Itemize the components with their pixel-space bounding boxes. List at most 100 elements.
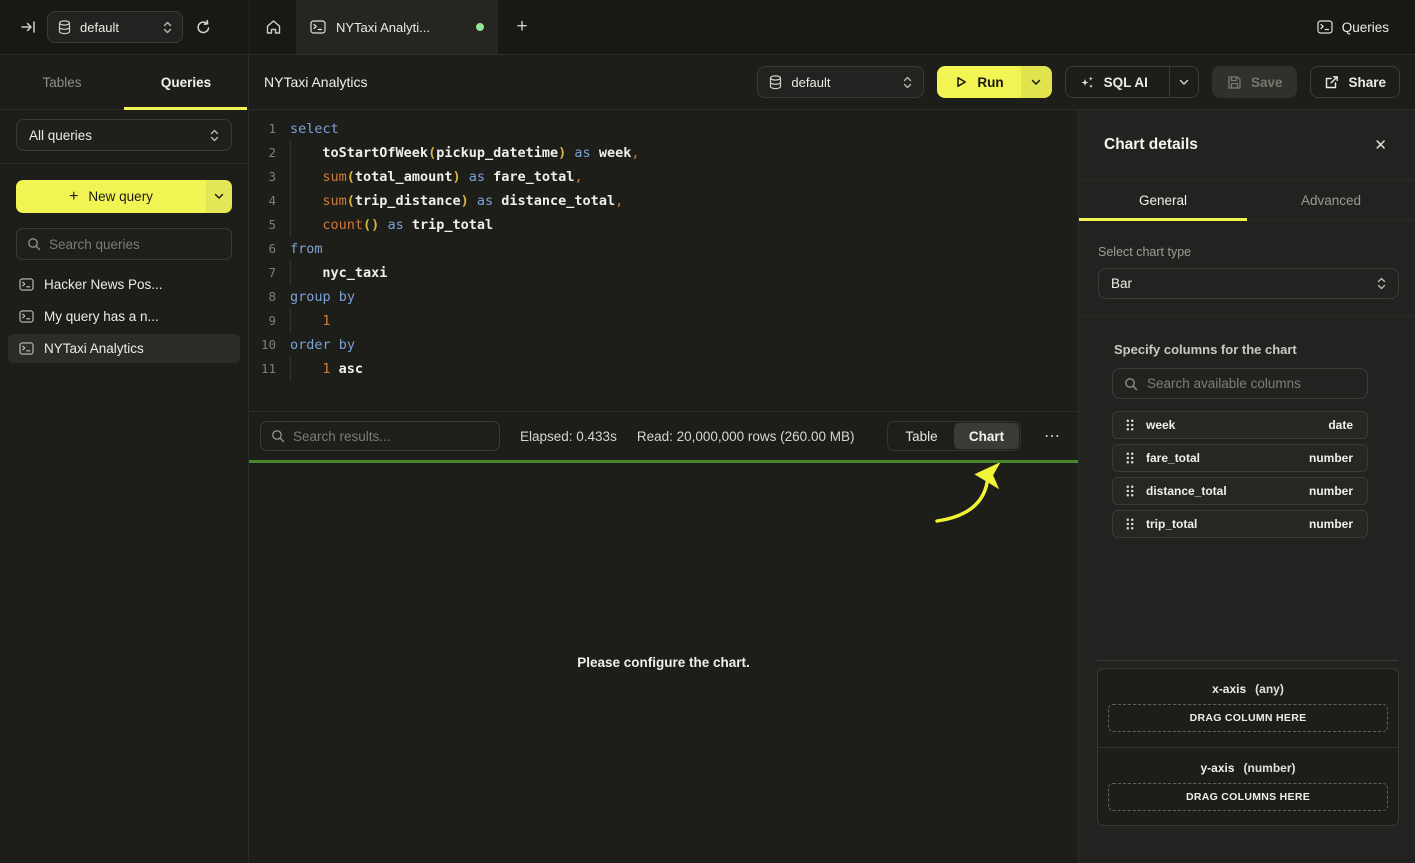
code-line: 10order by [249, 333, 1078, 357]
sql-ai-options-button[interactable] [1169, 67, 1198, 97]
x-axis-drop-zone[interactable]: DRAG COLUMN HERE [1108, 704, 1388, 732]
refresh-button[interactable] [195, 19, 212, 36]
sql-editor[interactable]: 1select2toStartOfWeek(pickup_datetime) a… [249, 110, 1078, 411]
code-token: pickup_datetime [436, 141, 558, 165]
code-token [379, 213, 387, 237]
sql-ai-split-button: SQL AI [1065, 66, 1199, 98]
drag-handle-icon[interactable] [1126, 452, 1134, 464]
more-options-button[interactable]: ⋯ [1041, 426, 1064, 446]
terminal-icon [19, 278, 34, 291]
run-options-button[interactable] [1021, 66, 1052, 98]
code-token: as [477, 189, 493, 213]
close-panel-button[interactable]: ✕ [1374, 136, 1387, 154]
tab-general[interactable]: General [1079, 180, 1247, 220]
panel-body: Select chart type Bar Specify columns fo… [1079, 221, 1415, 538]
code-token [469, 189, 477, 213]
query-tab[interactable]: NYTaxi Analyti... [296, 0, 498, 54]
share-button[interactable]: Share [1310, 66, 1400, 98]
search-icon [1124, 377, 1138, 391]
code-token: ) [558, 141, 566, 165]
search-icon [271, 429, 285, 443]
updown-chevron-icon [1377, 277, 1386, 290]
code-token: week [599, 141, 632, 165]
code-line: 91 [249, 309, 1078, 333]
top-bar-left: default [0, 0, 250, 54]
divider [1097, 660, 1398, 661]
home-icon [265, 19, 282, 35]
query-search-input[interactable] [49, 237, 221, 252]
column-chip[interactable]: fare_totalnumber [1112, 444, 1368, 472]
code-line: 2toStartOfWeek(pickup_datetime) as week, [249, 141, 1078, 165]
query-list-item[interactable]: NYTaxi Analytics [8, 334, 240, 363]
sidebar-tab-queries[interactable]: Queries [124, 55, 248, 109]
page-title: NYTaxi Analytics [264, 74, 367, 90]
query-filter-value: All queries [29, 128, 210, 143]
database-icon [58, 20, 71, 35]
code-token: , [615, 189, 623, 213]
panel-tabs: General Advanced [1079, 180, 1415, 221]
toolbar-database-value: default [791, 75, 894, 90]
run-label: Run [977, 75, 1003, 90]
code-token: total_amount [355, 165, 453, 189]
new-tab-button[interactable]: + [498, 0, 546, 54]
queries-shortcut-button[interactable]: Queries [1317, 20, 1389, 35]
chart-details-panel: Chart details ✕ General Advanced Select … [1078, 110, 1415, 863]
save-label: Save [1251, 75, 1283, 90]
code-token: , [574, 165, 582, 189]
column-name: week [1146, 418, 1175, 432]
panel-title: Chart details [1104, 136, 1198, 154]
line-number: 1 [249, 117, 276, 141]
toolbar-database-select[interactable]: default [757, 66, 924, 98]
axis-configuration-card: x-axis (any) DRAG COLUMN HERE y-axis (nu… [1097, 668, 1399, 826]
sidebar-tab-tables[interactable]: Tables [0, 55, 124, 109]
save-button[interactable]: Save [1212, 66, 1298, 98]
home-button[interactable] [250, 0, 296, 54]
terminal-icon [19, 342, 34, 355]
new-query-button[interactable]: + New query [16, 180, 206, 213]
y-axis-drop-zone[interactable]: DRAG COLUMNS HERE [1108, 783, 1388, 811]
indent-guide [290, 261, 322, 285]
query-list-item[interactable]: My query has a n... [8, 302, 240, 331]
column-chip[interactable]: weekdate [1112, 411, 1368, 439]
column-name: fare_total [1146, 451, 1200, 465]
indent-guide [290, 213, 322, 237]
columns-search-input[interactable] [1147, 376, 1356, 391]
line-number: 9 [249, 309, 276, 333]
drag-handle-icon[interactable] [1126, 518, 1134, 530]
query-search [16, 228, 232, 260]
query-list-item[interactable]: Hacker News Pos... [8, 270, 240, 299]
tab-advanced[interactable]: Advanced [1247, 180, 1415, 220]
run-button[interactable]: Run [937, 66, 1020, 98]
read-stat: Read: 20,000,000 rows (260.00 MB) [637, 429, 855, 444]
toolbar-actions: default Run [757, 66, 1400, 98]
view-tab-chart[interactable]: Chart [954, 423, 1019, 449]
code-token: ( [347, 165, 355, 189]
column-type: number [1309, 517, 1353, 531]
database-icon [769, 75, 782, 90]
drag-handle-icon[interactable] [1126, 419, 1134, 431]
code-token: count [322, 213, 363, 237]
query-name: NYTaxi Analytics [44, 341, 144, 356]
code-token: nyc_taxi [322, 261, 387, 285]
code-token: group by [290, 285, 355, 309]
x-axis-label: x-axis [1212, 682, 1246, 696]
sql-ai-button[interactable]: SQL AI [1066, 67, 1160, 97]
code-token: as [574, 141, 590, 165]
topbar-database-select[interactable]: default [47, 11, 183, 43]
view-tab-table[interactable]: Table [889, 423, 954, 449]
code-token: , [631, 141, 639, 165]
query-filter-select[interactable]: All queries [16, 119, 232, 151]
column-chip[interactable]: distance_totalnumber [1112, 477, 1368, 505]
line-number: 11 [249, 357, 276, 381]
results-search-input[interactable] [293, 429, 489, 444]
search-icon [27, 237, 41, 251]
column-chip[interactable]: trip_totalnumber [1112, 510, 1368, 538]
chart-type-select[interactable]: Bar [1098, 268, 1399, 299]
collapse-sidebar-button[interactable] [20, 19, 37, 35]
code-token: ) [461, 189, 469, 213]
indent-guide [290, 189, 322, 213]
chart-type-value: Bar [1111, 276, 1377, 291]
line-number: 5 [249, 213, 276, 237]
drag-handle-icon[interactable] [1126, 485, 1134, 497]
new-query-options-button[interactable] [206, 180, 232, 213]
